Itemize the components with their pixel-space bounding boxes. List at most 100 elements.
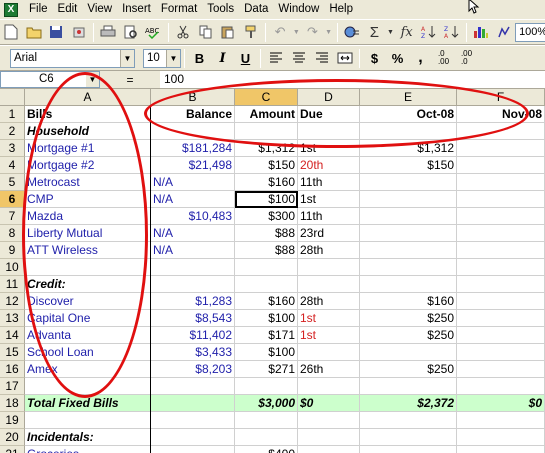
row-header-11[interactable]: 11 (0, 276, 25, 293)
cell-e7[interactable] (360, 208, 457, 225)
cell-c2[interactable] (235, 123, 298, 140)
underline-button[interactable]: U (235, 48, 256, 69)
copy-icon[interactable] (195, 22, 216, 43)
cell-e17[interactable] (360, 378, 457, 395)
cell-f14[interactable] (457, 327, 545, 344)
italic-button[interactable]: I (212, 48, 233, 69)
row-header-18[interactable]: 18 (0, 395, 25, 412)
cell-c6[interactable]: $100 (235, 191, 298, 208)
row-header-21[interactable]: 21 (0, 446, 25, 453)
cell-d5[interactable]: 11th (298, 174, 360, 191)
cell-c13[interactable]: $100 (235, 310, 298, 327)
menu-file[interactable]: File (24, 0, 53, 19)
row-header-13[interactable]: 13 (0, 310, 25, 327)
cell-c10[interactable] (235, 259, 298, 276)
cell-d8[interactable]: 23rd (298, 225, 360, 242)
row-header-15[interactable]: 15 (0, 344, 25, 361)
cell-f15[interactable] (457, 344, 545, 361)
cell-d13[interactable]: 1st (298, 310, 360, 327)
cell-d19[interactable] (298, 412, 360, 429)
sort-ascending-icon[interactable]: AZ (419, 22, 440, 43)
row-header-12[interactable]: 12 (0, 293, 25, 310)
cell-b11[interactable] (151, 276, 235, 293)
spreadsheet-grid[interactable]: A B C D E F 1 Bills Balance Amount Due Oct-08… (0, 89, 545, 453)
cell-c4[interactable]: $150 (235, 157, 298, 174)
menu-tools[interactable]: Tools (202, 0, 239, 19)
cell-b21[interactable] (151, 446, 235, 453)
drawing-icon[interactable] (494, 22, 515, 43)
cell-b4[interactable]: $21,498 (151, 157, 235, 174)
row-header-19[interactable]: 19 (0, 412, 25, 429)
cell-c17[interactable] (235, 378, 298, 395)
cell-a15[interactable]: School Loan (25, 344, 151, 361)
cell-e21[interactable] (360, 446, 457, 453)
chevron-down-icon[interactable]: ▼ (86, 72, 99, 87)
cell-b2[interactable] (151, 123, 235, 140)
cell-d2[interactable] (298, 123, 360, 140)
cell-d12[interactable]: 28th (298, 293, 360, 310)
cell-d11[interactable] (298, 276, 360, 293)
cell-f12[interactable] (457, 293, 545, 310)
excel-app-icon[interactable]: X (4, 2, 18, 17)
font-name-select[interactable]: Arial ▼ (10, 48, 135, 68)
cell-a3[interactable]: Mortgage #1 (25, 140, 151, 157)
paste-icon[interactable] (218, 22, 239, 43)
cell-f8[interactable] (457, 225, 545, 242)
cell-e14[interactable]: $250 (360, 327, 457, 344)
cell-d1[interactable]: Due (298, 106, 360, 123)
row-header-16[interactable]: 16 (0, 361, 25, 378)
undo-dropdown-icon[interactable]: ▼ (292, 22, 300, 43)
cell-b16[interactable]: $8,203 (151, 361, 235, 378)
cell-e8[interactable] (360, 225, 457, 242)
menu-insert[interactable]: Insert (117, 0, 156, 19)
column-header-d[interactable]: D (298, 89, 360, 106)
cell-b13[interactable]: $8,543 (151, 310, 235, 327)
bold-button[interactable]: B (189, 48, 210, 69)
cell-e16[interactable]: $250 (360, 361, 457, 378)
column-header-b[interactable]: B (151, 89, 235, 106)
cell-c3[interactable]: $1,312 (235, 140, 298, 157)
row-header-17[interactable]: 17 (0, 378, 25, 395)
align-center-icon[interactable] (288, 48, 309, 69)
cell-c18[interactable]: $3,000 (235, 395, 298, 412)
currency-button[interactable]: $ (364, 48, 385, 69)
cell-f20[interactable] (457, 429, 545, 446)
cell-d16[interactable]: 26th (298, 361, 360, 378)
cell-c14[interactable]: $171 (235, 327, 298, 344)
cell-a14[interactable]: Advanta (25, 327, 151, 344)
cell-c16[interactable]: $271 (235, 361, 298, 378)
column-header-f[interactable]: F (457, 89, 545, 106)
cell-b8[interactable]: N/A (151, 225, 235, 242)
cell-a19[interactable] (25, 412, 151, 429)
cell-a11[interactable]: Credit: (25, 276, 151, 293)
cell-b12[interactable]: $1,283 (151, 293, 235, 310)
cell-a4[interactable]: Mortgage #2 (25, 157, 151, 174)
redo-icon[interactable]: ↷ (302, 22, 323, 43)
cell-a16[interactable]: Amex (25, 361, 151, 378)
cell-e2[interactable] (360, 123, 457, 140)
cell-e10[interactable] (360, 259, 457, 276)
cell-c21[interactable]: $400 (235, 446, 298, 453)
cell-c9[interactable]: $88 (235, 242, 298, 259)
insert-function-icon[interactable]: fx (396, 22, 417, 43)
cell-d20[interactable] (298, 429, 360, 446)
save-disk-icon[interactable] (46, 22, 67, 43)
cut-icon[interactable] (173, 22, 194, 43)
row-header-10[interactable]: 10 (0, 259, 25, 276)
open-folder-icon[interactable] (24, 22, 45, 43)
cell-b7[interactable]: $10,483 (151, 208, 235, 225)
menu-format[interactable]: Format (156, 0, 202, 19)
cell-a5[interactable]: Metrocast (25, 174, 151, 191)
cell-c15[interactable]: $100 (235, 344, 298, 361)
cell-c19[interactable] (235, 412, 298, 429)
row-header-14[interactable]: 14 (0, 327, 25, 344)
row-header-20[interactable]: 20 (0, 429, 25, 446)
align-right-icon[interactable] (311, 48, 332, 69)
row-header-7[interactable]: 7 (0, 208, 25, 225)
cell-e18[interactable]: $2,372 (360, 395, 457, 412)
cell-e13[interactable]: $250 (360, 310, 457, 327)
cell-f5[interactable] (457, 174, 545, 191)
percent-button[interactable]: % (387, 48, 408, 69)
cell-e3[interactable]: $1,312 (360, 140, 457, 157)
format-painter-icon[interactable] (240, 22, 261, 43)
